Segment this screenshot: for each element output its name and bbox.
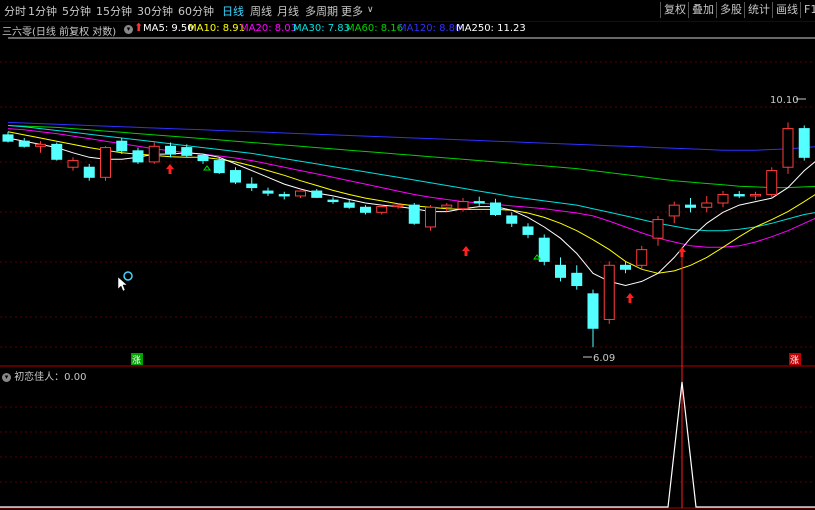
candle-body-20 — [327, 199, 339, 203]
line-ma60 — [7, 125, 815, 189]
candle-body-9 — [148, 145, 160, 163]
ma10-value: MA10: 8.91 — [188, 23, 246, 34]
candle-body-45 — [733, 194, 745, 197]
tab-9[interactable]: 多周期 — [305, 3, 338, 19]
signal-marker-icon-0 — [203, 165, 211, 171]
toolbar-button-4[interactable]: 画线 — [772, 2, 801, 18]
candle-body-4 — [67, 160, 79, 168]
ma60-value: MA60: 8.16 — [346, 23, 404, 34]
candle-body-14 — [230, 170, 241, 183]
ma30-value: MA30: 7.83 — [293, 23, 351, 34]
more-dropdown-icon[interactable]: ∨ — [367, 5, 374, 15]
candle-body-26 — [425, 206, 436, 228]
toolbar-button-2[interactable]: 多股 — [716, 2, 745, 18]
tab-1[interactable]: 1分钟 — [28, 3, 57, 19]
candle-body-0 — [2, 134, 14, 142]
low-price-label: 6.09 — [593, 353, 615, 364]
candle-body-1 — [18, 140, 30, 147]
line-ma120 — [7, 121, 815, 151]
candle-body-22 — [360, 206, 371, 213]
toolbar-button-1[interactable]: 叠加 — [688, 2, 717, 18]
candle-body-3 — [51, 143, 63, 160]
candle-body-38 — [620, 264, 631, 270]
tab-5[interactable]: 60分钟 — [178, 3, 214, 19]
tab-3[interactable]: 15分钟 — [96, 3, 132, 19]
buy-arrow-icon-2 — [626, 293, 634, 303]
line-ma5 — [7, 137, 815, 287]
indicator-label: ▾ 初恋佳人：0.00 — [2, 368, 86, 383]
candle-body-43 — [701, 202, 713, 208]
candle-body-24 — [392, 204, 404, 208]
candle-body-29 — [473, 201, 485, 204]
buy-arrow-icon-0 — [166, 164, 174, 174]
tab-7[interactable]: 周线 — [250, 3, 272, 19]
candle-body-28 — [457, 201, 469, 210]
ma250-value: MA250: 11.23 — [456, 23, 526, 34]
ma120-value: MA120: 8.80 — [398, 23, 462, 34]
ma20-value: MA20: 8.03 — [240, 23, 298, 34]
tab-8[interactable]: 月线 — [277, 3, 299, 19]
line-ma10 — [7, 131, 815, 274]
kline-chart[interactable]: 10.10 6.09 涨 涨 — [0, 37, 815, 510]
candle-body-42 — [685, 204, 696, 208]
period-toolbar: 分时 1分钟 5分钟 15分钟 30分钟 60分钟 日线 周线 月线 多周期 更多 ∨ 复权 叠加 多股 统计… — [0, 0, 815, 22]
candle-body-10 — [165, 145, 176, 155]
marker-right-text: 涨 — [790, 355, 799, 366]
candle-body-37 — [603, 264, 615, 320]
candle-body-30 — [490, 202, 501, 215]
candle-body-7 — [116, 140, 128, 152]
toolbar-button-5[interactable]: F1 — [800, 2, 815, 18]
candle-body-31 — [506, 215, 518, 224]
candle-body-36 — [587, 293, 599, 329]
candle-body-19 — [311, 190, 323, 198]
stock-title: 三六零(日线 前复权 对数) — [2, 27, 117, 38]
candle-body-46 — [750, 194, 761, 197]
candle-body-11 — [181, 147, 193, 156]
candle-body-49 — [798, 128, 810, 158]
toolbar-button-0[interactable]: 复权 — [660, 2, 689, 18]
candle-body-5 — [83, 166, 95, 178]
marker-left-text: 涨 — [132, 355, 141, 366]
candle-body-15 — [246, 183, 258, 189]
candle-body-8 — [132, 150, 144, 163]
candle-body-40 — [652, 219, 664, 239]
candle-body-21 — [343, 202, 355, 208]
candle-body-17 — [278, 194, 290, 197]
candle-body-12 — [197, 154, 209, 162]
ma5-value: MA5: 9.50 — [143, 23, 194, 34]
candle-body-48 — [782, 128, 794, 168]
tab-6[interactable]: 日线 — [222, 3, 244, 19]
indicator-settings-icon[interactable]: ▾ — [2, 372, 11, 382]
candle-body-32 — [522, 226, 534, 235]
candle-body-34 — [555, 264, 566, 278]
ma-info-bar: 三六零(日线 前复权 对数) ▾ ⬆ MA5: 9.50 MA10: 8.91 … — [2, 21, 526, 38]
loading-spinner-icon — [123, 271, 133, 281]
tab-10[interactable]: 更多 — [341, 3, 363, 19]
candle-body-13 — [213, 160, 225, 174]
candle-body-41 — [668, 204, 680, 217]
candle-body-44 — [717, 194, 729, 204]
buy-arrow-icon-1 — [462, 246, 470, 256]
candle-body-18 — [295, 190, 306, 197]
indicator-line — [0, 381, 815, 508]
candle-body-6 — [100, 147, 111, 178]
tab-2[interactable]: 5分钟 — [62, 3, 91, 19]
candle-body-33 — [538, 237, 550, 262]
candle-body-23 — [376, 206, 388, 213]
candle-body-16 — [262, 190, 274, 194]
tab-4[interactable]: 30分钟 — [137, 3, 173, 19]
candle-body-39 — [636, 249, 648, 266]
candle-body-25 — [408, 204, 420, 224]
high-price-label: 10.10 — [770, 95, 799, 106]
candle-body-35 — [571, 272, 583, 287]
candle-body-47 — [766, 170, 778, 196]
candle-body-27 — [441, 204, 453, 208]
tab-0[interactable]: 分时 — [4, 3, 26, 19]
up-arrow-icon: ⬆ — [134, 21, 144, 34]
candle-body-2 — [35, 143, 46, 147]
toolbar-button-3[interactable]: 统计 — [744, 2, 773, 18]
